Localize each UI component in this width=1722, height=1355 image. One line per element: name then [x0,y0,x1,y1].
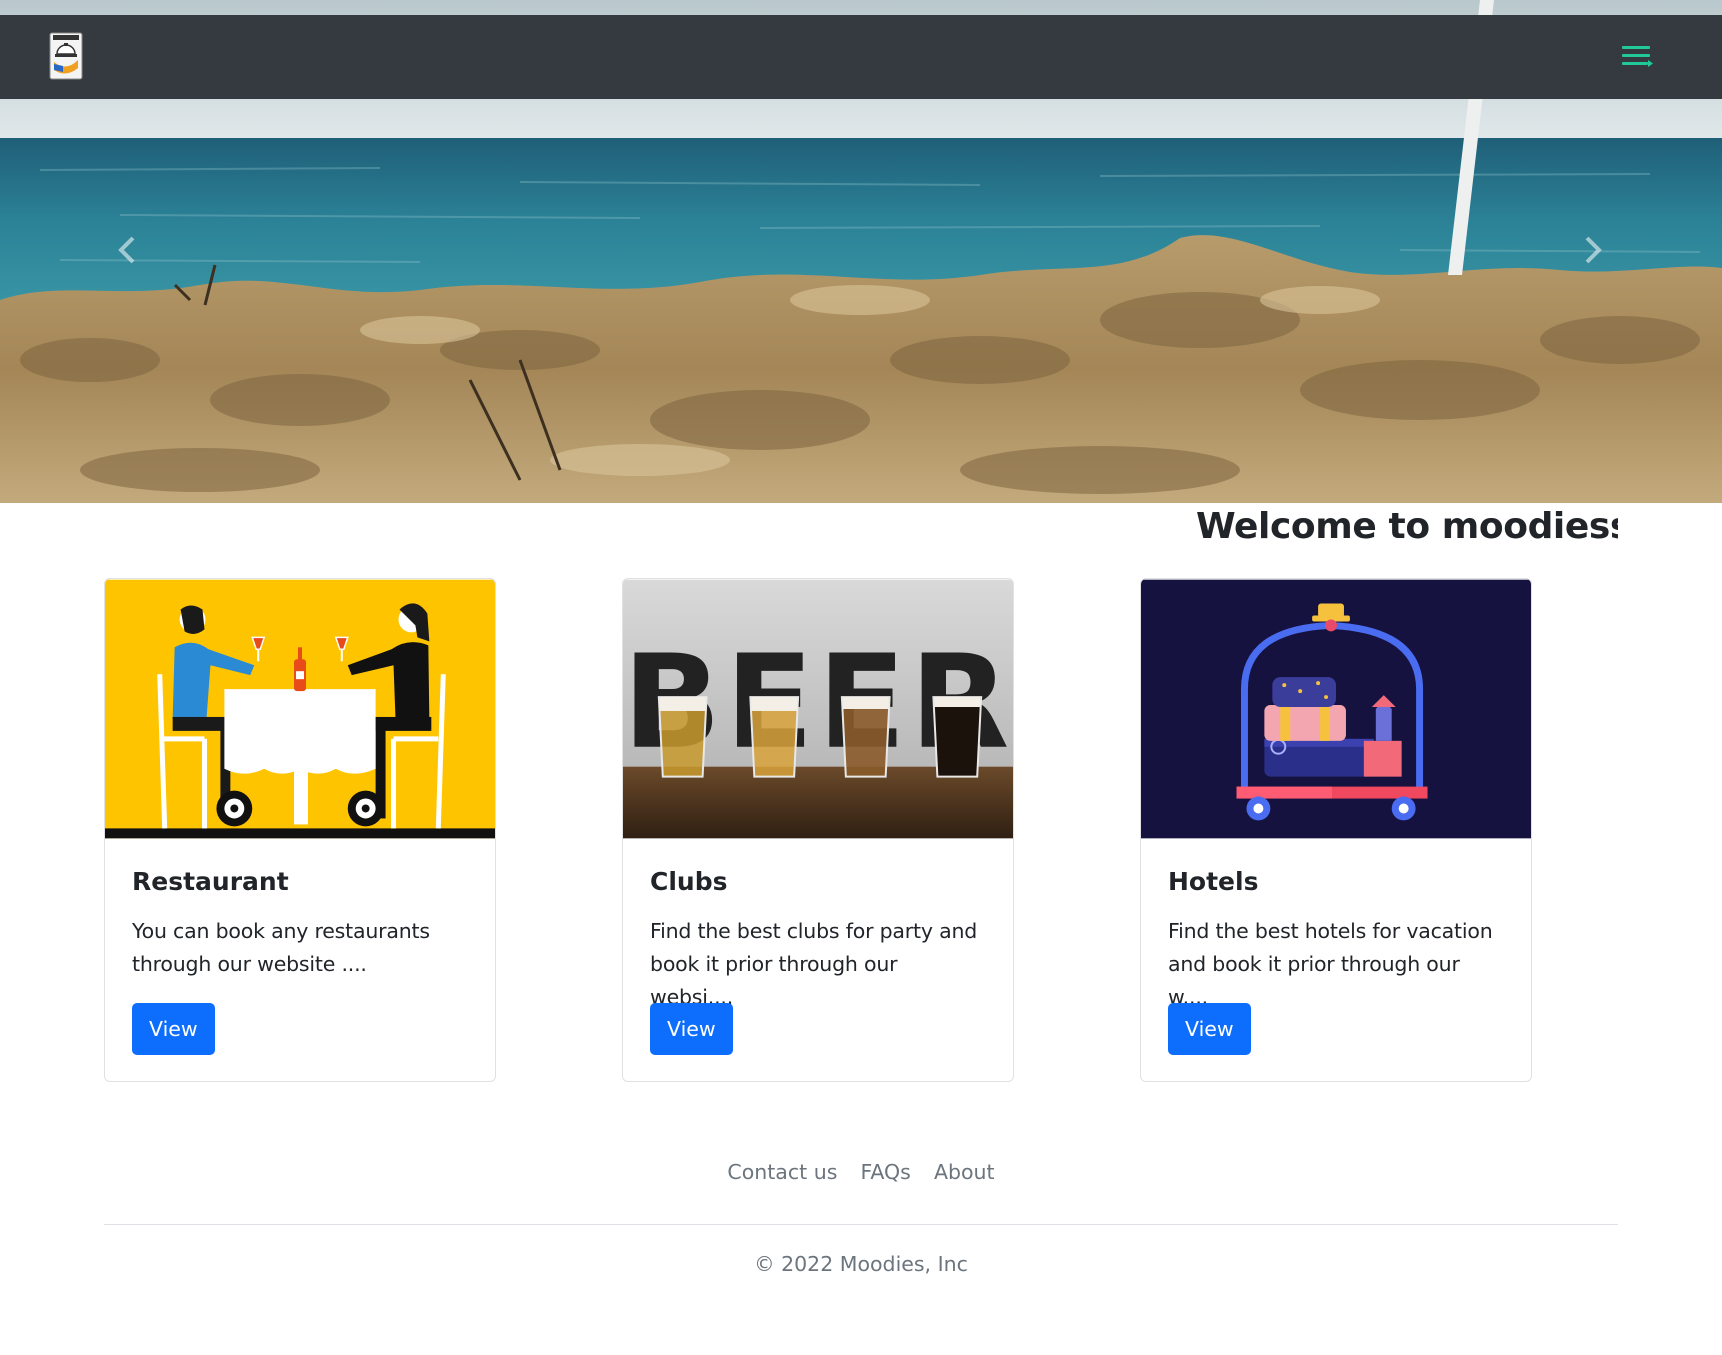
copyright-text: © 2022 Moodies, Inc [754,1252,968,1276]
card-title: Hotels [1168,867,1259,896]
welcome-marquee: Welcome to moodiess w [1196,503,1618,551]
beer-glasses-photo: BEER [623,579,1013,839]
card-title: Restaurant [132,867,289,896]
view-hotels-button[interactable]: View [1168,1003,1251,1055]
top-navbar [0,15,1722,99]
card-title: Clubs [650,867,728,896]
carousel-next-button[interactable] [1572,230,1612,270]
navbar-menu-toggle[interactable] [1620,41,1654,71]
card-body: Restaurant You can book any restaurants t… [105,839,495,1055]
brand-logo-link[interactable] [49,32,83,80]
card-text: Find the best clubs for party and book it… [650,919,978,1009]
restaurant-logo-icon [49,32,83,80]
couple-dining-illustration [105,579,495,839]
card-text: You can book any restaurants through our … [132,919,430,976]
footer-link-about[interactable]: About [934,1160,995,1184]
card-clubs: BEER Clubs Find the best clubs for party… [622,578,1014,1082]
chevron-right-icon [1585,236,1602,264]
view-clubs-button[interactable]: View [650,1003,733,1055]
card-restaurant: Restaurant You can book any restaurants t… [104,578,496,1082]
card-body: Clubs Find the best clubs for party and b… [623,839,1013,1055]
footer-link-contact[interactable]: Contact us [727,1160,837,1184]
card-text: Find the best hotels for vacation and boo… [1168,919,1493,1009]
footer-divider [104,1224,1618,1225]
footer-link-faqs[interactable]: FAQs [860,1160,910,1184]
chevron-left-icon [118,236,135,264]
view-restaurant-button[interactable]: View [132,1003,215,1055]
luggage-cart-illustration [1141,579,1531,839]
footer-nav: Contact us FAQs About [0,1160,1722,1184]
hamburger-menu-icon [1622,46,1653,67]
welcome-heading: Welcome to moodiess w [1196,506,1618,547]
carousel-prev-button[interactable] [108,230,148,270]
card-hotels: Hotels Find the best hotels for vacation… [1140,578,1532,1082]
card-body: Hotels Find the best hotels for vacation… [1141,839,1531,1055]
